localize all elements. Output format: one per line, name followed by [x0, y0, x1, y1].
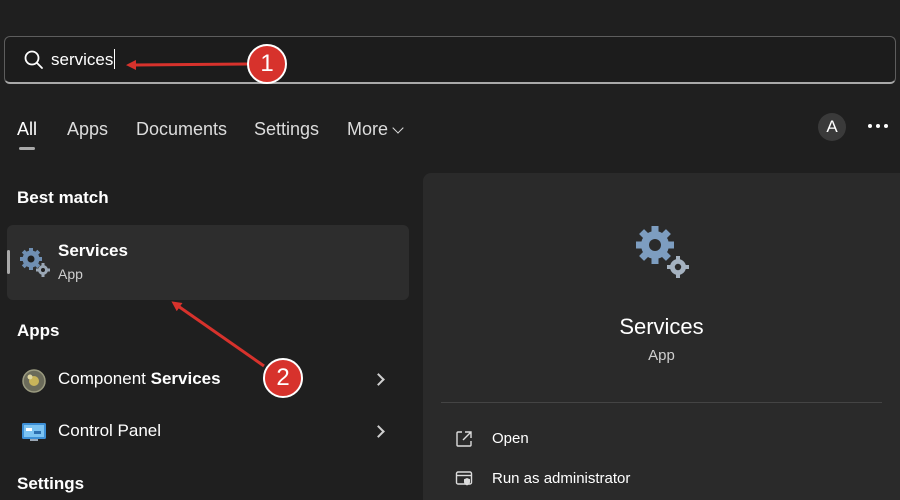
chevron-right-icon[interactable] [372, 373, 385, 386]
avatar[interactable]: A [818, 113, 846, 141]
run-as-admin-label: Run as administrator [492, 470, 631, 487]
best-match-card[interactable]: Services App [7, 225, 409, 300]
tab-settings[interactable]: Settings [254, 118, 319, 140]
divider [441, 402, 882, 403]
open-external-icon [456, 431, 472, 447]
search-box[interactable]: services [4, 36, 896, 84]
chevron-down-icon [392, 122, 404, 134]
list-item-control-panel[interactable]: Control Panel [7, 410, 409, 454]
detail-panel: Services App Open Run as administrator [423, 173, 900, 500]
gears-icon [20, 248, 50, 277]
list-item-component-services[interactable]: Component Services [7, 358, 409, 402]
selection-indicator [7, 250, 10, 274]
detail-title: Services [619, 314, 704, 339]
list-item-label: Control Panel [58, 421, 162, 440]
list-item-label: Component Services [58, 369, 221, 388]
open-label: Open [492, 430, 529, 447]
best-match-heading: Best match [17, 188, 109, 207]
ellipsis-icon[interactable] [868, 118, 890, 134]
component-services-icon [22, 369, 46, 393]
annotation-badge-1: 1 [247, 44, 287, 84]
best-match-subtitle: App [58, 266, 83, 282]
annotation-badge-2: 2 [263, 358, 303, 398]
apps-heading: Apps [17, 321, 60, 340]
annotation-arrow-2 [171, 301, 265, 368]
settings-heading: Settings [17, 474, 85, 493]
chevron-right-icon[interactable] [372, 425, 385, 438]
best-match-title: Services [58, 241, 128, 260]
gears-icon [636, 226, 689, 278]
tab-apps[interactable]: Apps [67, 118, 108, 140]
tab-more[interactable]: More [347, 118, 404, 140]
search-input[interactable]: services [51, 49, 116, 71]
active-tab-indicator [19, 147, 35, 150]
tab-documents[interactable]: Documents [136, 118, 227, 140]
tab-more-label: More [347, 119, 389, 139]
text-caret [114, 49, 116, 69]
search-icon [24, 50, 43, 69]
control-panel-icon [22, 423, 46, 441]
detail-subtitle: App [648, 347, 675, 364]
shield-admin-icon [455, 471, 473, 486]
tab-all[interactable]: All [17, 118, 37, 140]
